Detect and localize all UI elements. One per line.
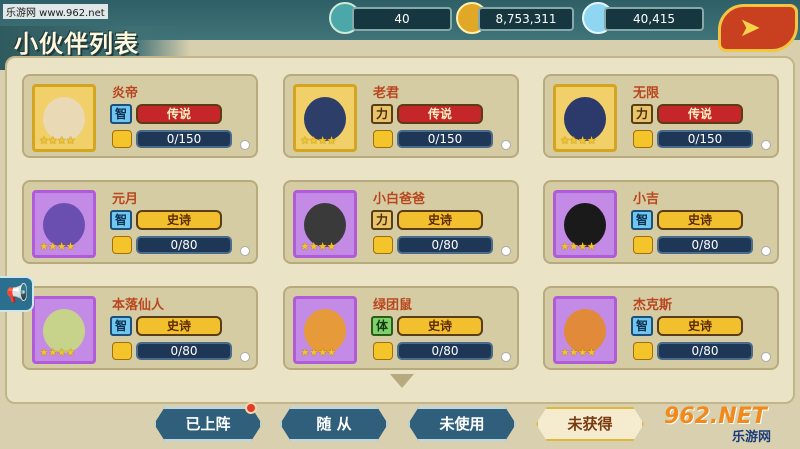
partner-card[interactable]: ★★★★ 老君 力 传说 0/150 (283, 74, 519, 158)
star-rating: ★★★★ (300, 134, 336, 147)
attribute-badge: 智 (110, 316, 132, 336)
fragment-icon (633, 236, 653, 254)
status-dot-icon (501, 246, 511, 256)
partner-card[interactable]: ★★★★ 小吉 智 史诗 0/80 (543, 180, 779, 264)
partner-name: 老君 (373, 86, 400, 101)
partner-name: 本落仙人 (112, 298, 165, 313)
fragment-icon (112, 236, 132, 254)
fragment-progress: 0/80 (397, 342, 493, 360)
fragment-icon (373, 342, 393, 360)
partner-portrait: ★★★★ (293, 84, 357, 152)
rarity-badge: 史诗 (397, 210, 483, 230)
star-rating: ★★★★ (560, 346, 596, 359)
fragment-icon (373, 236, 393, 254)
attribute-badge: 智 (110, 210, 132, 230)
status-dot-icon (761, 352, 771, 362)
partner-name: 小白爸爸 (373, 192, 426, 207)
status-dot-icon (240, 246, 250, 256)
page-title: 小伙伴列表 (14, 30, 139, 58)
status-dot-icon (501, 352, 511, 362)
status-dot-icon (761, 140, 771, 150)
status-dot-icon (240, 140, 250, 150)
fragment-progress: 0/150 (397, 130, 493, 148)
partner-name: 炎帝 (112, 86, 139, 101)
status-dot-icon (240, 352, 250, 362)
attribute-badge: 力 (631, 104, 653, 124)
partner-name: 元月 (112, 192, 139, 207)
fragment-progress: 0/150 (657, 130, 753, 148)
attribute-badge: 力 (371, 104, 393, 124)
partner-portrait: ★★★★ (293, 190, 357, 258)
star-rating: ★★★★ (39, 134, 75, 147)
rarity-badge: 传说 (397, 104, 483, 124)
gold-counter: 8,753,311 (478, 7, 574, 31)
fragment-progress: 0/150 (136, 130, 232, 148)
partner-card[interactable]: ★★★★ 绿团鼠 体 史诗 0/80 (283, 286, 519, 370)
watermark-top-left: 乐游网 www.962.net (3, 4, 108, 19)
fragment-progress: 0/80 (136, 236, 232, 254)
star-rating: ★★★★ (39, 346, 75, 359)
fragment-progress: 0/80 (657, 236, 753, 254)
fragment-progress: 0/80 (657, 342, 753, 360)
star-rating: ★★★★ (39, 240, 75, 253)
diamond-counter: 40,415 (604, 7, 704, 31)
partner-card[interactable]: ★★★★ 元月 智 史诗 0/80 (22, 180, 258, 264)
partner-card[interactable]: ★★★★ 杰克斯 智 史诗 0/80 (543, 286, 779, 370)
star-rating: ★★★★ (300, 346, 336, 359)
fragment-progress: 0/80 (136, 342, 232, 360)
back-arrow-icon: ➤ (739, 13, 761, 43)
partner-portrait: ★★★★ (32, 296, 96, 364)
megaphone-icon: 📢 (6, 283, 29, 304)
fragment-icon (112, 342, 132, 360)
rarity-badge: 史诗 (657, 210, 743, 230)
tab-followers[interactable]: 随 从 (280, 407, 388, 441)
rarity-badge: 传说 (136, 104, 222, 124)
fragment-icon (373, 130, 393, 148)
partner-portrait: ★★★★ (32, 190, 96, 258)
partner-name: 杰克斯 (633, 298, 673, 313)
tab-unused[interactable]: 未使用 (408, 407, 516, 441)
rarity-badge: 传说 (657, 104, 743, 124)
partner-card[interactable]: ★★★★ 炎帝 智 传说 0/150 (22, 74, 258, 158)
rarity-badge: 史诗 (136, 210, 222, 230)
tab-not-obtained[interactable]: 未获得 (536, 407, 644, 441)
partner-portrait: ★★★★ (293, 296, 357, 364)
scroll-down-indicator-icon[interactable] (390, 374, 414, 388)
fragment-icon (112, 130, 132, 148)
attribute-badge: 力 (371, 210, 393, 230)
attribute-badge: 智 (631, 210, 653, 230)
back-button[interactable]: ➤ (718, 4, 798, 52)
partner-card[interactable]: ★★★★ 无限 力 传说 0/150 (543, 74, 779, 158)
watermark-subtext: 乐游网 (732, 430, 772, 445)
attribute-badge: 智 (631, 316, 653, 336)
rarity-badge: 史诗 (136, 316, 222, 336)
partner-name: 绿团鼠 (373, 298, 413, 313)
stamina-counter: 40 (352, 7, 452, 31)
partner-portrait: ★★★★ (553, 84, 617, 152)
attribute-badge: 智 (110, 104, 132, 124)
watermark-bottom-right: 962.NET 乐游网 (664, 404, 794, 445)
attribute-badge: 体 (371, 316, 393, 336)
partner-card[interactable]: ★★★★ 本落仙人 智 史诗 0/80 (22, 286, 258, 370)
fragment-icon (633, 342, 653, 360)
partner-name: 小吉 (633, 192, 660, 207)
partner-portrait: ★★★★ (553, 296, 617, 364)
notification-badge (245, 402, 257, 414)
status-dot-icon (761, 246, 771, 256)
partner-card[interactable]: ★★★★ 小白爸爸 力 史诗 0/80 (283, 180, 519, 264)
status-dot-icon (501, 140, 511, 150)
star-rating: ★★★★ (300, 240, 336, 253)
fragment-icon (633, 130, 653, 148)
partner-portrait: ★★★★ (32, 84, 96, 152)
partner-name: 无限 (633, 86, 660, 101)
partner-portrait: ★★★★ (553, 190, 617, 258)
announcement-button[interactable]: 📢 (0, 276, 34, 312)
star-rating: ★★★★ (560, 134, 596, 147)
fragment-progress: 0/80 (397, 236, 493, 254)
star-rating: ★★★★ (560, 240, 596, 253)
game-screen: 乐游网 www.962.net 40 8,753,311 40,415 ➤ 小伙… (0, 0, 800, 449)
rarity-badge: 史诗 (397, 316, 483, 336)
rarity-badge: 史诗 (657, 316, 743, 336)
